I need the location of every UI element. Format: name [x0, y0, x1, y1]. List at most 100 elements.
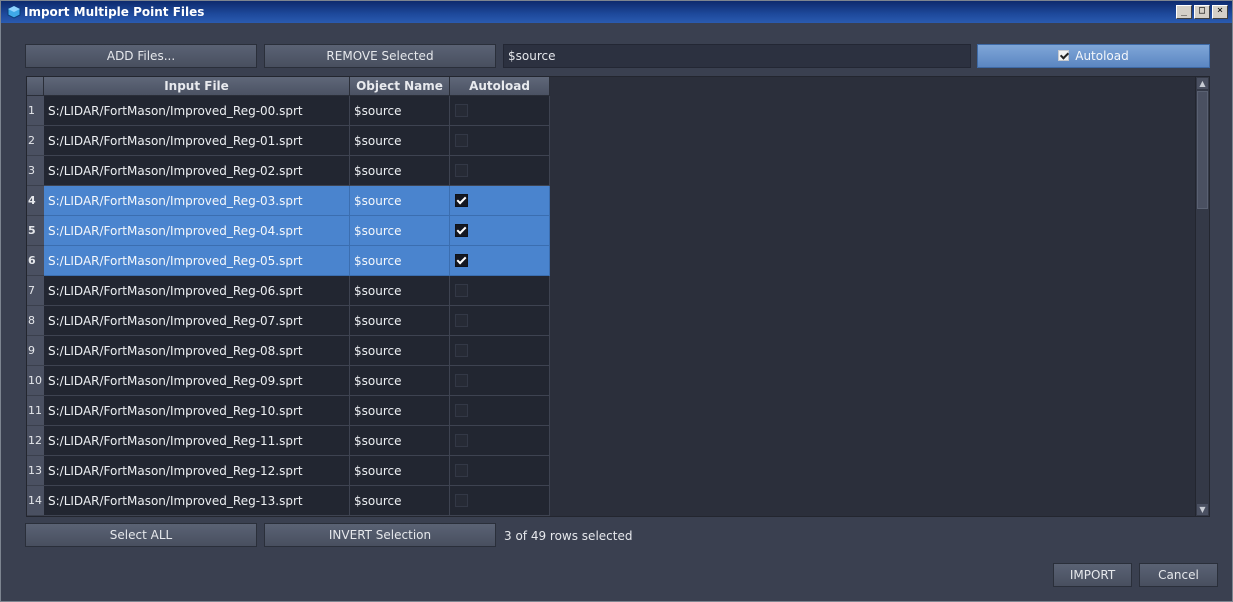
input-file-cell[interactable]: S:/LIDAR/FortMason/Improved_Reg-07.sprt: [44, 306, 350, 336]
row-number[interactable]: 3: [27, 156, 44, 186]
input-file-cell[interactable]: S:/LIDAR/FortMason/Improved_Reg-10.sprt: [44, 396, 350, 426]
autoload-checkbox[interactable]: [455, 104, 468, 117]
table-row[interactable]: 9 S:/LIDAR/FortMason/Improved_Reg-08.sprt…: [27, 336, 550, 366]
row-number[interactable]: 2: [27, 126, 44, 156]
row-number[interactable]: 4: [27, 186, 44, 216]
object-name-cell[interactable]: $source: [350, 306, 450, 336]
autoload-cell[interactable]: [450, 96, 550, 126]
autoload-checkbox[interactable]: [455, 374, 468, 387]
row-number[interactable]: 5: [27, 216, 44, 246]
object-name-cell[interactable]: $source: [350, 276, 450, 306]
autoload-cell[interactable]: [450, 126, 550, 156]
autoload-cell[interactable]: [450, 426, 550, 456]
row-number[interactable]: 11: [27, 396, 44, 426]
scrollbar-thumb[interactable]: [1197, 91, 1208, 209]
autoload-checkbox[interactable]: [455, 494, 468, 507]
table-row[interactable]: 8 S:/LIDAR/FortMason/Improved_Reg-07.sprt…: [27, 306, 550, 336]
object-name-cell[interactable]: $source: [350, 366, 450, 396]
row-number[interactable]: 8: [27, 306, 44, 336]
minimize-icon[interactable]: _: [1176, 5, 1192, 19]
table-row[interactable]: 12 S:/LIDAR/FortMason/Improved_Reg-11.spr…: [27, 426, 550, 456]
object-name-cell[interactable]: $source: [350, 186, 450, 216]
object-name-cell[interactable]: $source: [350, 426, 450, 456]
row-number[interactable]: 7: [27, 276, 44, 306]
remove-selected-button[interactable]: REMOVE Selected: [264, 44, 496, 68]
row-number[interactable]: 1: [27, 96, 44, 126]
row-number[interactable]: 12: [27, 426, 44, 456]
autoload-checkbox[interactable]: [455, 194, 468, 207]
autoload-cell[interactable]: [450, 396, 550, 426]
input-file-cell[interactable]: S:/LIDAR/FortMason/Improved_Reg-13.sprt: [44, 486, 350, 516]
autoload-cell[interactable]: [450, 486, 550, 516]
input-file-cell[interactable]: S:/LIDAR/FortMason/Improved_Reg-00.sprt: [44, 96, 350, 126]
input-file-cell[interactable]: S:/LIDAR/FortMason/Improved_Reg-01.sprt: [44, 126, 350, 156]
object-name-cell[interactable]: $source: [350, 246, 450, 276]
autoload-checkbox[interactable]: [455, 164, 468, 177]
object-name-input[interactable]: [503, 44, 971, 68]
autoload-checkbox[interactable]: [455, 404, 468, 417]
table-row[interactable]: 7 S:/LIDAR/FortMason/Improved_Reg-06.sprt…: [27, 276, 550, 306]
table-row[interactable]: 4 S:/LIDAR/FortMason/Improved_Reg-03.sprt…: [27, 186, 550, 216]
autoload-cell[interactable]: [450, 336, 550, 366]
autoload-toggle-button[interactable]: Autoload: [977, 44, 1210, 68]
autoload-checkbox[interactable]: [455, 224, 468, 237]
input-file-cell[interactable]: S:/LIDAR/FortMason/Improved_Reg-12.sprt: [44, 456, 350, 486]
autoload-checkbox[interactable]: [455, 464, 468, 477]
input-file-cell[interactable]: S:/LIDAR/FortMason/Improved_Reg-06.sprt: [44, 276, 350, 306]
vertical-scrollbar[interactable]: ▲ ▼: [1195, 77, 1209, 516]
row-number[interactable]: 13: [27, 456, 44, 486]
autoload-checkbox[interactable]: [455, 314, 468, 327]
row-number[interactable]: 9: [27, 336, 44, 366]
object-name-cell[interactable]: $source: [350, 336, 450, 366]
autoload-checkbox[interactable]: [455, 134, 468, 147]
input-file-cell[interactable]: S:/LIDAR/FortMason/Improved_Reg-08.sprt: [44, 336, 350, 366]
input-file-cell[interactable]: S:/LIDAR/FortMason/Improved_Reg-09.sprt: [44, 366, 350, 396]
object-name-cell[interactable]: $source: [350, 156, 450, 186]
object-name-cell[interactable]: $source: [350, 126, 450, 156]
invert-selection-button[interactable]: INVERT Selection: [264, 523, 496, 547]
table-row[interactable]: 13 S:/LIDAR/FortMason/Improved_Reg-12.spr…: [27, 456, 550, 486]
table-row[interactable]: 5 S:/LIDAR/FortMason/Improved_Reg-04.sprt…: [27, 216, 550, 246]
column-header-input-file[interactable]: Input File: [44, 77, 350, 96]
column-header-autoload[interactable]: Autoload: [450, 77, 550, 96]
object-name-cell[interactable]: $source: [350, 456, 450, 486]
autoload-cell[interactable]: [450, 246, 550, 276]
autoload-cell[interactable]: [450, 156, 550, 186]
table-row[interactable]: 10 S:/LIDAR/FortMason/Improved_Reg-09.spr…: [27, 366, 550, 396]
object-name-cell[interactable]: $source: [350, 96, 450, 126]
autoload-checkbox[interactable]: [455, 254, 468, 267]
input-file-cell[interactable]: S:/LIDAR/FortMason/Improved_Reg-11.sprt: [44, 426, 350, 456]
autoload-checkbox[interactable]: [455, 344, 468, 357]
table-row[interactable]: 1 S:/LIDAR/FortMason/Improved_Reg-00.sprt…: [27, 96, 550, 126]
row-number[interactable]: 6: [27, 246, 44, 276]
scroll-down-icon[interactable]: ▼: [1197, 504, 1208, 515]
close-icon[interactable]: ×: [1212, 5, 1228, 19]
column-header-object-name[interactable]: Object Name: [350, 77, 450, 96]
autoload-cell[interactable]: [450, 306, 550, 336]
import-button[interactable]: IMPORT: [1053, 563, 1132, 587]
add-files-button[interactable]: ADD Files...: [25, 44, 257, 68]
object-name-cell[interactable]: $source: [350, 216, 450, 246]
table-row[interactable]: 3 S:/LIDAR/FortMason/Improved_Reg-02.sprt…: [27, 156, 550, 186]
row-number[interactable]: 10: [27, 366, 44, 396]
table-row[interactable]: 14 S:/LIDAR/FortMason/Improved_Reg-13.spr…: [27, 486, 550, 516]
table-row[interactable]: 6 S:/LIDAR/FortMason/Improved_Reg-05.sprt…: [27, 246, 550, 276]
autoload-cell[interactable]: [450, 276, 550, 306]
autoload-cell[interactable]: [450, 216, 550, 246]
autoload-checkbox[interactable]: [455, 284, 468, 297]
autoload-cell[interactable]: [450, 456, 550, 486]
cancel-button[interactable]: Cancel: [1139, 563, 1218, 587]
input-file-cell[interactable]: S:/LIDAR/FortMason/Improved_Reg-02.sprt: [44, 156, 350, 186]
object-name-cell[interactable]: $source: [350, 486, 450, 516]
input-file-cell[interactable]: S:/LIDAR/FortMason/Improved_Reg-05.sprt: [44, 246, 350, 276]
autoload-checkbox[interactable]: [455, 434, 468, 447]
select-all-button[interactable]: Select ALL: [25, 523, 257, 547]
maximize-icon[interactable]: □: [1194, 5, 1210, 19]
table-row[interactable]: 2 S:/LIDAR/FortMason/Improved_Reg-01.sprt…: [27, 126, 550, 156]
input-file-cell[interactable]: S:/LIDAR/FortMason/Improved_Reg-03.sprt: [44, 186, 350, 216]
autoload-cell[interactable]: [450, 366, 550, 396]
input-file-cell[interactable]: S:/LIDAR/FortMason/Improved_Reg-04.sprt: [44, 216, 350, 246]
table-row[interactable]: 11 S:/LIDAR/FortMason/Improved_Reg-10.spr…: [27, 396, 550, 426]
row-number[interactable]: 14: [27, 486, 44, 516]
autoload-cell[interactable]: [450, 186, 550, 216]
